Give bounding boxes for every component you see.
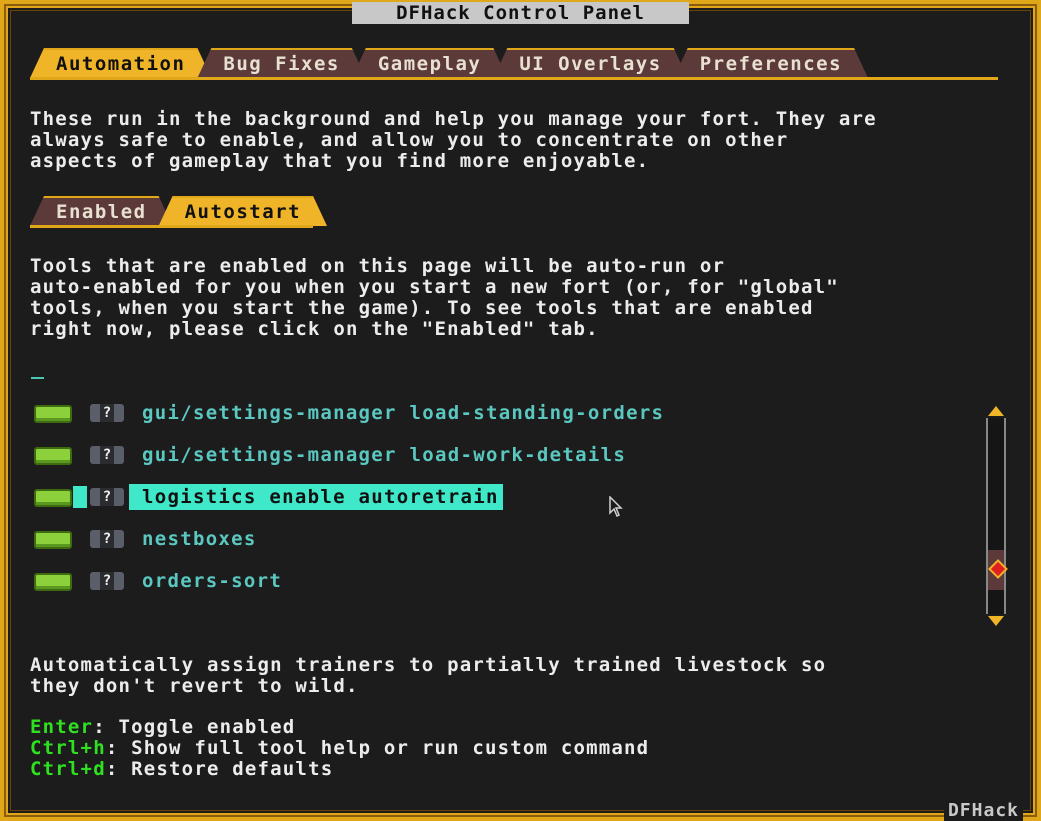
enabled-toggle[interactable] [34, 531, 72, 549]
help-button[interactable]: ? [90, 488, 124, 506]
tab-gameplay[interactable]: Gameplay [352, 48, 508, 78]
question-mark-icon: ? [99, 404, 115, 422]
sub-tab-bar: Enabled Autostart [30, 196, 313, 228]
tool-list: ? gui/settings-manager load-standing-ord… [32, 400, 972, 610]
automation-intro-text: These run in the background and help you… [30, 108, 877, 172]
question-mark-icon: ? [99, 572, 115, 590]
list-item[interactable]: ? orders-sort [32, 568, 972, 610]
scroll-down-arrow-icon[interactable] [988, 616, 1004, 626]
list-item-selected[interactable]: ? logistics enable autoretrain [32, 484, 972, 526]
filter-input[interactable] [31, 377, 44, 379]
tab-underline [30, 225, 314, 228]
tab-preferences[interactable]: Preferences [674, 48, 868, 78]
hotkey-description: Show full tool help or run custom comman… [131, 737, 650, 759]
enabled-toggle[interactable] [34, 489, 72, 507]
hotkey-key: Ctrl+d [30, 758, 106, 780]
list-scrollbar[interactable] [983, 404, 1009, 628]
tab-bug-fixes[interactable]: Bug Fixes [197, 48, 365, 78]
main-tab-bar: Automation Bug Fixes Gameplay UI Overlay… [30, 48, 998, 80]
enabled-toggle[interactable] [34, 447, 72, 465]
list-item[interactable]: ? gui/settings-manager load-standing-ord… [32, 400, 972, 442]
hotkey-description: Restore defaults [131, 758, 334, 780]
help-button[interactable]: ? [90, 530, 124, 548]
tab-automation[interactable]: Automation [30, 48, 211, 78]
help-button[interactable]: ? [90, 572, 124, 590]
enabled-toggle[interactable] [34, 405, 72, 423]
scrollbar-thumb[interactable] [986, 550, 1008, 590]
tab-autostart[interactable]: Autostart [159, 196, 327, 226]
question-mark-icon: ? [99, 530, 115, 548]
help-button[interactable]: ? [90, 446, 124, 464]
hotkey-description: Toggle enabled [118, 716, 296, 738]
dfhack-logo-label: DFHack [943, 801, 1023, 821]
tab-ui-overlays[interactable]: UI Overlays [493, 48, 687, 78]
question-mark-icon: ? [99, 488, 115, 506]
tool-name[interactable]: gui/settings-manager load-standing-order… [142, 400, 664, 426]
tool-name[interactable]: nestboxes [142, 526, 257, 552]
selected-tool-description: Automatically assign trainers to partial… [30, 654, 827, 697]
hotkey-key: Enter [30, 716, 94, 738]
list-item[interactable]: ? gui/settings-manager load-work-details [32, 442, 972, 484]
tab-underline [30, 77, 998, 80]
selection-marker [73, 486, 87, 508]
help-button[interactable]: ? [90, 404, 124, 422]
tool-name[interactable]: gui/settings-manager load-work-details [142, 442, 626, 468]
question-mark-icon: ? [99, 446, 115, 464]
enabled-toggle[interactable] [34, 573, 72, 591]
hotkey-restore-defaults[interactable]: Ctrl+d: Restore defaults [30, 759, 649, 780]
list-item[interactable]: ? nestboxes [32, 526, 972, 568]
autostart-help-text: Tools that are enabled on this page will… [30, 255, 839, 340]
hotkey-key: Ctrl+h [30, 737, 106, 759]
window-title[interactable]: DFHack Control Panel [352, 2, 689, 24]
hotkey-show-help[interactable]: Ctrl+h: Show full tool help or run custo… [30, 738, 649, 759]
tool-name[interactable]: logistics enable autoretrain [129, 484, 503, 510]
tab-enabled[interactable]: Enabled [30, 196, 173, 226]
scroll-up-arrow-icon[interactable] [988, 406, 1004, 416]
gem-icon [988, 559, 1008, 579]
hotkey-toggle-enabled[interactable]: Enter: Toggle enabled [30, 717, 649, 738]
hotkey-list: Enter: Toggle enabled Ctrl+h: Show full … [30, 717, 649, 780]
tool-name[interactable]: orders-sort [142, 568, 282, 594]
